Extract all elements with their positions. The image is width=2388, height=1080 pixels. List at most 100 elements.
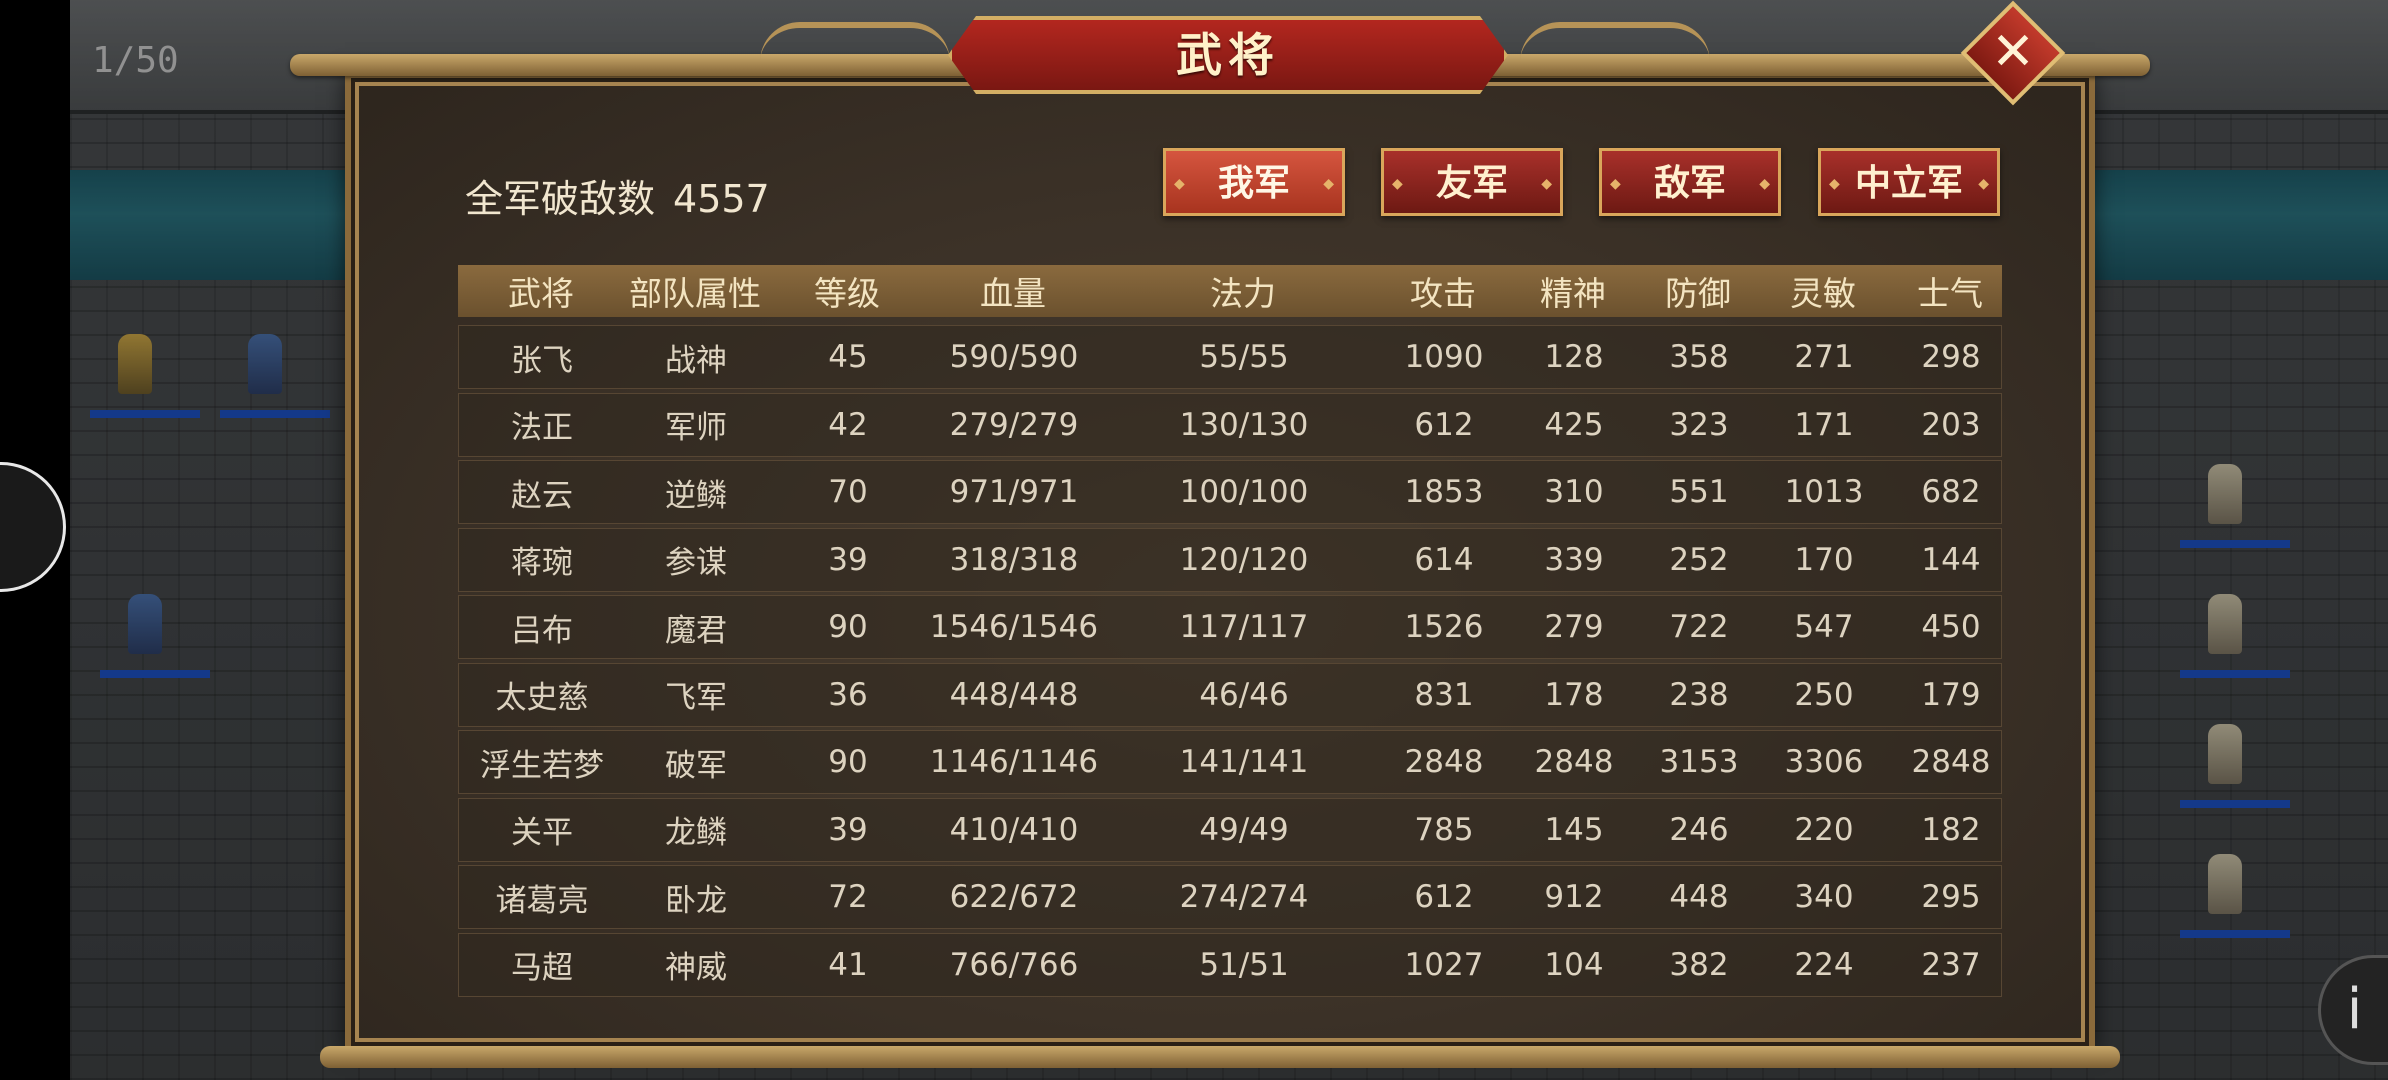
table-row[interactable]: 太史慈 飞军 36 448/448 46/46 831 178 238 250 179 (458, 662, 2002, 727)
table-cell: 卧龙 (665, 882, 727, 919)
table-cell: 252 (1669, 541, 1729, 578)
table-cell: 912 (1544, 879, 1604, 915)
table-cell: 39 (828, 541, 868, 578)
header-cell: 等级 (814, 274, 880, 313)
table-cell: 682 (1921, 474, 1981, 510)
table-cell: 340 (1794, 879, 1854, 915)
table-cell: 128 (1544, 339, 1604, 375)
table-cell: 41 (828, 946, 868, 983)
table-row[interactable]: 马超 神威 41 766/766 51/51 1027 104 382 224 237 (458, 932, 2002, 997)
table-cell: 179 (1921, 676, 1981, 713)
close-icon[interactable]: ✕ (1976, 16, 2050, 90)
table-cell: 1526 (1404, 609, 1484, 645)
ornament-left (760, 22, 950, 68)
total-kills: 全军破敌数 4557 (465, 168, 770, 223)
table-cell: 722 (1669, 609, 1729, 645)
table-cell: 120/120 (1179, 541, 1309, 578)
table-cell: 237 (1921, 946, 1981, 983)
tab-enemy-army[interactable]: 敌军 (1599, 148, 1781, 217)
table-cell: 关平 (511, 815, 573, 851)
table-cell: 323 (1669, 406, 1729, 443)
table-cell: 吕布 (511, 612, 573, 649)
table-cell: 法正 (511, 410, 573, 446)
ornament-right (1520, 22, 1710, 68)
table-cell: 547 (1794, 609, 1854, 645)
table-cell: 张飞 (511, 342, 573, 379)
table-cell: 龙鳞 (665, 815, 727, 851)
table-row[interactable]: 法正 军师 42 279/279 130/130 612 425 323 171 203 (458, 392, 2002, 457)
table-cell: 425 (1544, 406, 1604, 443)
header-cell: 防御 (1665, 274, 1731, 313)
table-cell: 36 (828, 676, 868, 713)
table-cell: 450 (1921, 609, 1981, 645)
table-row[interactable]: 浮生若梦 破军 90 1146/1146 141/141 2848 2848 3153 3306… (458, 730, 2002, 794)
table-cell: 赵云 (511, 477, 573, 514)
table-cell: 72 (828, 879, 868, 915)
table-cell: 274/274 (1179, 879, 1309, 915)
table-cell: 310 (1544, 474, 1604, 510)
table-cell: 太史慈 (495, 680, 589, 716)
table-cell: 144 (1921, 541, 1981, 578)
table-cell: 448/448 (949, 676, 1079, 713)
header-cell: 部队属性 (629, 274, 761, 313)
table-cell: 117/117 (1179, 609, 1309, 645)
table-row[interactable]: 诸葛亮 卧龙 72 622/672 274/274 612 912 448 340 295 (458, 865, 2002, 929)
table-cell: 2848 (1534, 744, 1614, 780)
table-cell: 971/971 (949, 474, 1079, 510)
table-cell: 203 (1921, 406, 1981, 443)
table-cell: 622/672 (949, 879, 1079, 915)
table-cell: 271 (1794, 339, 1854, 375)
table-cell: 766/766 (949, 946, 1079, 983)
table-cell: 279/279 (949, 406, 1079, 443)
table-cell: 250 (1794, 676, 1854, 713)
table-cell: 51/51 (1199, 946, 1289, 983)
header-cell: 士气 (1917, 274, 1983, 313)
table-cell: 612 (1414, 879, 1474, 915)
table-cell: 410/410 (949, 811, 1079, 848)
table-cell: 参谋 (665, 545, 727, 581)
table-cell: 90 (828, 609, 868, 645)
header-cell: 血量 (980, 274, 1046, 313)
table-cell: 破军 (665, 747, 727, 784)
table-cell: 295 (1921, 879, 1981, 915)
header-cell: 武将 (508, 274, 574, 313)
table-cell: 1546/1546 (929, 609, 1099, 645)
table-cell: 100/100 (1179, 474, 1309, 510)
table-cell: 614 (1414, 541, 1474, 578)
table-cell: 612 (1414, 406, 1474, 443)
table-cell: 246 (1669, 811, 1729, 848)
table-cell: 220 (1794, 811, 1854, 848)
table-cell: 蒋琬 (511, 545, 573, 581)
dialog-bottom-rail (320, 1046, 2120, 1068)
table-cell: 46/46 (1199, 676, 1289, 713)
table-cell: 2848 (1404, 744, 1484, 780)
table-cell: 2848 (1911, 744, 1991, 780)
kills-value: 4557 (673, 177, 770, 221)
table-cell: 3153 (1659, 744, 1739, 780)
table-cell: 90 (828, 744, 868, 780)
table-cell: 590/590 (949, 339, 1079, 375)
table-row[interactable]: 张飞 战神 45 590/590 55/55 1090 128 358 271 298 (458, 325, 2002, 389)
table-cell: 3306 (1784, 744, 1864, 780)
table-row[interactable]: 蒋琬 参谋 39 318/318 120/120 614 339 252 170 144 (458, 527, 2002, 592)
tab-my-army[interactable]: 我军 (1163, 148, 1345, 217)
table-cell: 318/318 (949, 541, 1079, 578)
table-cell: 551 (1669, 474, 1729, 510)
side-menu-button[interactable] (0, 462, 66, 592)
table-cell: 1027 (1404, 946, 1484, 983)
table-cell: 39 (828, 811, 868, 848)
table-row[interactable]: 赵云 逆鳞 70 971/971 100/100 1853 310 551 1013 682 (458, 460, 2002, 524)
table-cell: 55/55 (1199, 339, 1289, 375)
table-cell: 1090 (1404, 339, 1484, 375)
table-cell: 飞军 (665, 680, 727, 716)
table-header: 武将 部队属性 等级 血量 法力 攻击 精神 防御 灵敏 士气 (458, 265, 2002, 317)
table-cell: 诸葛亮 (495, 882, 589, 919)
table-row[interactable]: 吕布 魔君 90 1546/1546 117/117 1526 279 722 547 450 (458, 595, 2002, 659)
table-cell: 104 (1544, 946, 1604, 983)
table-row[interactable]: 关平 龙鳞 39 410/410 49/49 785 145 246 220 182 (458, 797, 2002, 862)
tab-neutral-army[interactable]: 中立军 (1818, 148, 2000, 217)
table-cell: 238 (1669, 676, 1729, 713)
table-cell: 神威 (665, 950, 727, 986)
table-cell: 1013 (1784, 474, 1864, 510)
tab-allied-army[interactable]: 友军 (1381, 148, 1563, 217)
